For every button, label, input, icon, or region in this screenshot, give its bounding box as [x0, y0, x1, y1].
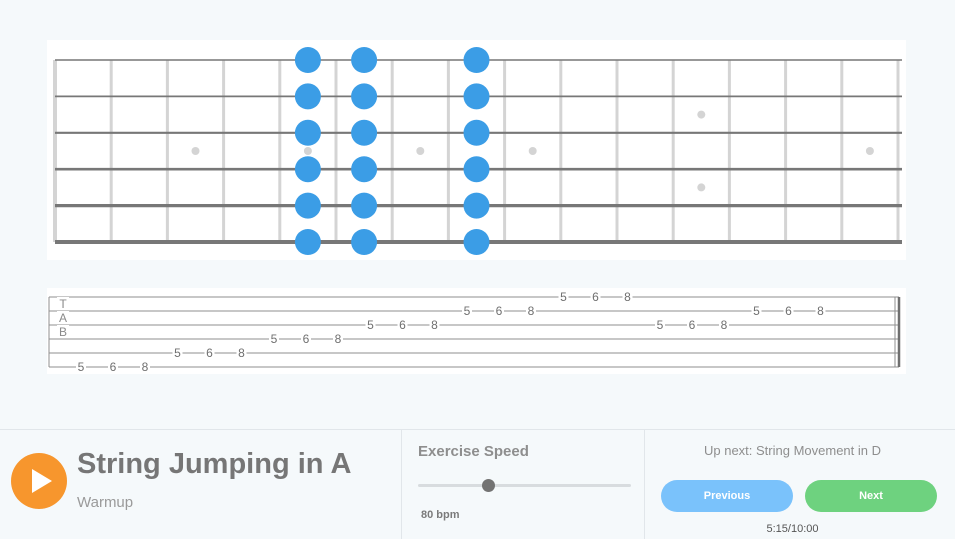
tab-note: 6	[110, 360, 117, 374]
tab-panel: TAB 5 6 8 5 6 8 5 6 8 5 6 8 5 6 8 5 6 8 5 6 8 5 6 8	[47, 288, 906, 374]
tab-note: 5	[271, 332, 278, 346]
note-marker	[294, 119, 321, 146]
note-marker	[463, 192, 490, 219]
fret-inlay-dot	[191, 147, 200, 155]
note-marker	[351, 83, 378, 110]
tab-note: 8	[528, 304, 535, 318]
tab-note: 6	[592, 290, 599, 304]
note-marker	[351, 47, 378, 73]
fret-inlay-dot	[697, 110, 706, 119]
tab-note: 5	[560, 290, 567, 304]
tab-note: 8	[142, 360, 149, 374]
speed-label: Exercise Speed	[418, 443, 529, 460]
note-marker	[351, 229, 378, 255]
tab-note: 5	[753, 304, 760, 318]
tab-note: 5	[464, 304, 471, 318]
note-marker	[294, 229, 321, 255]
tablature: TAB 5 6 8 5 6 8 5 6 8 5 6 8 5 6 8 5 6 8 5 6 8 5 6 8	[48, 290, 901, 374]
tab-note: 5	[367, 318, 374, 332]
divider	[401, 430, 402, 539]
tab-note: 5	[174, 346, 181, 360]
tab-note: 5	[657, 318, 664, 332]
tab-note: 6	[206, 346, 213, 360]
tab-note: 8	[238, 346, 245, 360]
speed-slider-track[interactable]	[418, 484, 631, 487]
tab-note: 6	[399, 318, 406, 332]
exercise-title: String Jumping in A	[77, 448, 352, 480]
note-marker	[294, 192, 321, 219]
tab-note: 6	[303, 332, 310, 346]
note-marker	[294, 156, 321, 183]
tab-note: 6	[496, 304, 503, 318]
fret-inlay-dot	[528, 147, 537, 155]
player-bar: String Jumping in A Warmup Exercise Spee…	[0, 429, 955, 539]
note-marker	[294, 83, 321, 110]
note-marker	[351, 192, 378, 219]
fretboard	[53, 47, 902, 255]
note-marker	[351, 119, 378, 146]
tab-note: 8	[817, 304, 824, 318]
previous-button[interactable]: Previous	[661, 480, 793, 512]
fret-inlay-dot	[416, 147, 425, 155]
exercise-subtitle: Warmup	[77, 494, 134, 511]
fretboard-panel	[47, 40, 906, 260]
tab-clef-letter: B	[59, 325, 67, 339]
fret-inlay-dot	[865, 147, 874, 155]
tab-note: 8	[431, 318, 438, 332]
speed-slider-thumb[interactable]	[481, 479, 495, 492]
up-next-label: Up next: String Movement in D	[703, 443, 882, 458]
note-marker	[463, 156, 490, 183]
fret-inlay-dot	[303, 147, 312, 155]
fret-inlay-dot	[697, 183, 706, 192]
play-icon	[32, 469, 52, 493]
tab-clef-letter: A	[59, 311, 67, 325]
note-marker	[463, 119, 490, 146]
play-button[interactable]	[11, 453, 67, 509]
tab-note: 8	[624, 290, 631, 304]
next-button[interactable]: Next	[805, 480, 937, 512]
note-marker	[463, 83, 490, 110]
note-marker	[351, 156, 378, 183]
timer: 5:15/10:00	[766, 523, 819, 535]
tab-note: 8	[721, 318, 728, 332]
tab-clef-letter: T	[59, 297, 67, 311]
note-marker	[463, 47, 490, 73]
tab-note: 5	[78, 360, 85, 374]
tab-note: 8	[335, 332, 342, 346]
tab-note: 6	[689, 318, 696, 332]
tab-note: 6	[785, 304, 792, 318]
note-marker	[294, 47, 321, 73]
note-marker	[463, 229, 490, 255]
bpm-readout: 80 bpm	[421, 509, 460, 521]
